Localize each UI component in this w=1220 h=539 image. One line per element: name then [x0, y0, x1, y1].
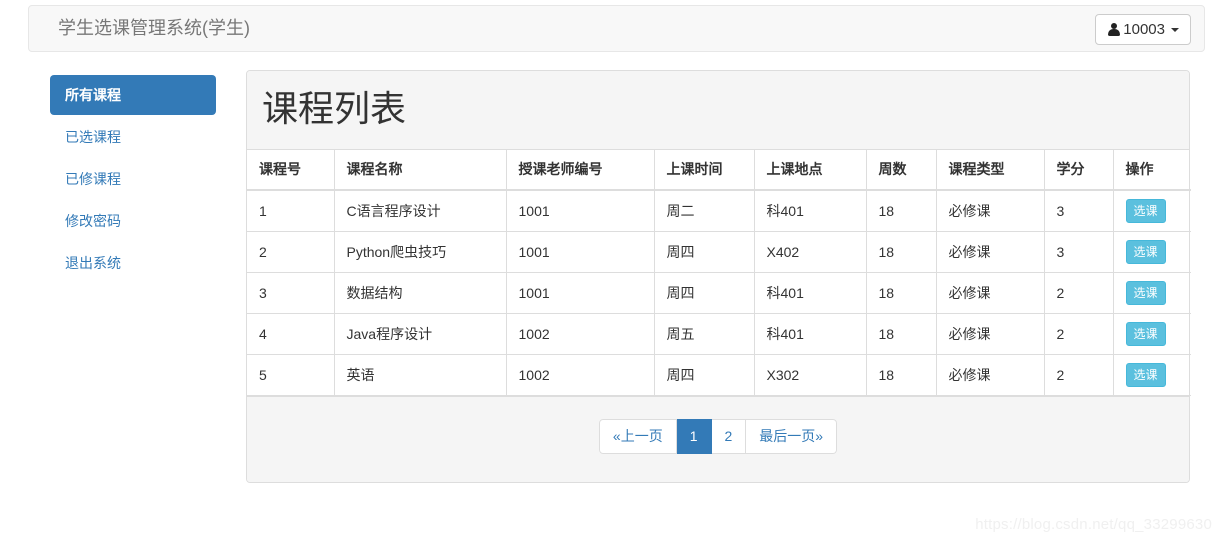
cell-weeks: 18: [866, 272, 937, 314]
cell-weeks: 18: [866, 313, 937, 355]
cell-teacher-id: 1001: [506, 231, 655, 273]
cell-class-place: X302: [754, 354, 867, 396]
user-menu-label: 10003: [1123, 21, 1165, 38]
table-header: 课程号 课程名称 授课老师编号 上课时间 上课地点 周数 课程类型 学分 操作: [247, 149, 1191, 191]
cell-class-place: 科401: [754, 272, 867, 314]
cell-weeks: 18: [866, 231, 937, 273]
cell-class-time: 周四: [654, 354, 755, 396]
cell-course-id: 1: [247, 189, 335, 232]
cell-course-name: 英语: [334, 354, 507, 396]
top-navbar: 学生选课管理系统(学生) 10003: [28, 5, 1205, 52]
sidebar-item-all-courses[interactable]: 所有课程: [50, 75, 216, 115]
cell-weeks: 18: [866, 189, 937, 232]
column-header-course-type: 课程类型: [936, 149, 1045, 191]
chevron-down-icon: [1171, 27, 1179, 32]
table-row: 2 Python爬虫技巧 1001 周四 X402 18 必修课 3 选课: [247, 231, 1191, 273]
cell-class-place: X402: [754, 231, 867, 273]
column-header-teacher-id: 授课老师编号: [506, 149, 655, 191]
sidebar-item-selected-courses[interactable]: 已选课程: [50, 117, 216, 157]
table-row: 3 数据结构 1001 周四 科401 18 必修课 2 选课: [247, 272, 1191, 314]
table-row: 5 英语 1002 周四 X302 18 必修课 2 选课: [247, 354, 1191, 396]
column-header-action: 操作: [1113, 149, 1191, 191]
cell-course-id: 2: [247, 231, 335, 273]
cell-credit: 3: [1044, 231, 1114, 273]
panel-heading: 课程列表: [247, 71, 1189, 150]
page-title: 课程列表: [262, 88, 407, 129]
cell-class-place: 科401: [754, 189, 867, 232]
column-header-course-id: 课程号: [247, 149, 335, 191]
cell-credit: 2: [1044, 272, 1114, 314]
pagination-page-1[interactable]: 1: [676, 418, 712, 455]
pagination-page-2[interactable]: 2: [711, 418, 747, 455]
sidebar-item-change-password[interactable]: 修改密码: [50, 201, 216, 241]
sidebar-item-completed-courses[interactable]: 已修课程: [50, 159, 216, 199]
cell-credit: 2: [1044, 313, 1114, 355]
user-icon: [1107, 22, 1121, 37]
cell-course-name: Java程序设计: [334, 313, 507, 355]
sidebar-nav: 所有课程 已选课程 已修课程 修改密码 退出系统: [50, 75, 216, 285]
cell-course-type: 必修课: [936, 354, 1045, 396]
cell-action: 选课: [1113, 231, 1191, 273]
cell-action: 选课: [1113, 272, 1191, 314]
cell-class-place: 科401: [754, 313, 867, 355]
cell-class-time: 周五: [654, 313, 755, 355]
user-menu-button[interactable]: 10003: [1095, 14, 1191, 45]
cell-course-type: 必修课: [936, 231, 1045, 273]
panel-footer: «上一页 1 2 最后一页»: [247, 395, 1189, 483]
cell-course-name: C语言程序设计: [334, 189, 507, 232]
sidebar-item-logout[interactable]: 退出系统: [50, 243, 216, 283]
pagination-last[interactable]: 最后一页»: [746, 418, 838, 455]
cell-course-type: 必修课: [936, 272, 1045, 314]
cell-action: 选课: [1113, 354, 1191, 396]
cell-course-id: 5: [247, 354, 335, 396]
cell-class-time: 周二: [654, 189, 755, 232]
cell-teacher-id: 1001: [506, 272, 655, 314]
table-body: 1 C语言程序设计 1001 周二 科401 18 必修课 3 选课 2 Pyt…: [247, 189, 1191, 396]
cell-credit: 2: [1044, 354, 1114, 396]
select-course-button[interactable]: 选课: [1125, 321, 1166, 346]
table-row: 1 C语言程序设计 1001 周二 科401 18 必修课 3 选课: [247, 189, 1191, 232]
select-course-button[interactable]: 选课: [1125, 280, 1166, 305]
pagination: «上一页 1 2 最后一页»: [598, 418, 838, 455]
table-row: 4 Java程序设计 1002 周五 科401 18 必修课 2 选课: [247, 313, 1191, 355]
cell-teacher-id: 1001: [506, 189, 655, 232]
cell-weeks: 18: [866, 354, 937, 396]
column-header-weeks: 周数: [866, 149, 937, 191]
cell-class-time: 周四: [654, 231, 755, 273]
cell-course-type: 必修课: [936, 189, 1045, 232]
column-header-class-time: 上课时间: [654, 149, 755, 191]
cell-teacher-id: 1002: [506, 313, 655, 355]
cell-class-time: 周四: [654, 272, 755, 314]
cell-course-name: Python爬虫技巧: [334, 231, 507, 273]
cell-action: 选课: [1113, 313, 1191, 355]
select-course-button[interactable]: 选课: [1125, 198, 1166, 223]
pagination-prev[interactable]: «上一页: [598, 418, 677, 455]
course-table: 课程号 课程名称 授课老师编号 上课时间 上课地点 周数 课程类型 学分 操作 …: [247, 149, 1191, 396]
cell-course-id: 3: [247, 272, 335, 314]
table-header-row: 课程号 课程名称 授课老师编号 上课时间 上课地点 周数 课程类型 学分 操作: [247, 149, 1191, 191]
cell-teacher-id: 1002: [506, 354, 655, 396]
course-list-panel: 课程列表 课程号 课程名称 授课老师编号 上课时间 上课地点 周数 课程类型 学…: [246, 70, 1191, 484]
cell-credit: 3: [1044, 189, 1114, 232]
select-course-button[interactable]: 选课: [1125, 239, 1166, 264]
cell-course-id: 4: [247, 313, 335, 355]
watermark: https://blog.csdn.net/qq_33299630: [975, 516, 1212, 533]
app-title: 学生选课管理系统(学生): [58, 18, 250, 38]
column-header-course-name: 课程名称: [334, 149, 507, 191]
select-course-button[interactable]: 选课: [1125, 362, 1166, 387]
cell-course-name: 数据结构: [334, 272, 507, 314]
cell-action: 选课: [1113, 189, 1191, 232]
cell-course-type: 必修课: [936, 313, 1045, 355]
column-header-class-place: 上课地点: [754, 149, 867, 191]
column-header-credit: 学分: [1044, 149, 1114, 191]
